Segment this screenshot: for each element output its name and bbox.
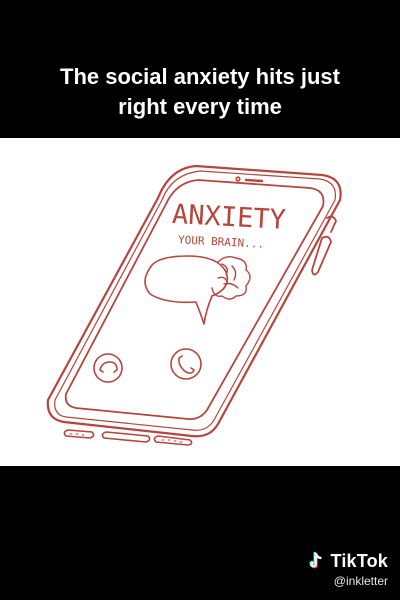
front-camera-icon [235,176,241,182]
speaker-slot [244,178,264,183]
bottom-speaker-right [153,435,193,446]
illustration-panel: ANXIETY YOUR BRAIN... [0,138,400,466]
charging-port [101,431,151,443]
caller-subtitle: YOUR BRAIN... [178,233,265,250]
side-button-bottom [311,235,332,276]
accept-button [170,348,202,380]
accept-phone-icon [178,355,195,374]
decline-button [93,353,123,383]
caption-line-1: The social anxiety hits just [60,64,340,89]
tiktok-logo-icon [309,551,322,569]
tiktok-watermark: TikTok @inkletter [304,550,388,588]
thought-bubble [144,255,229,325]
caption: The social anxiety hits just right every… [0,62,400,122]
side-button-top [326,215,337,233]
phone-sketch: ANXIETY YOUR BRAIN... [46,164,342,446]
caption-line-2: right every time [118,94,282,119]
caller-name: ANXIETY [171,199,286,236]
creator-handle: @inkletter [333,574,388,588]
tiktok-brand: TikTok [330,550,388,571]
bottom-speaker-left [63,429,95,439]
decline-phone-icon [99,361,118,373]
